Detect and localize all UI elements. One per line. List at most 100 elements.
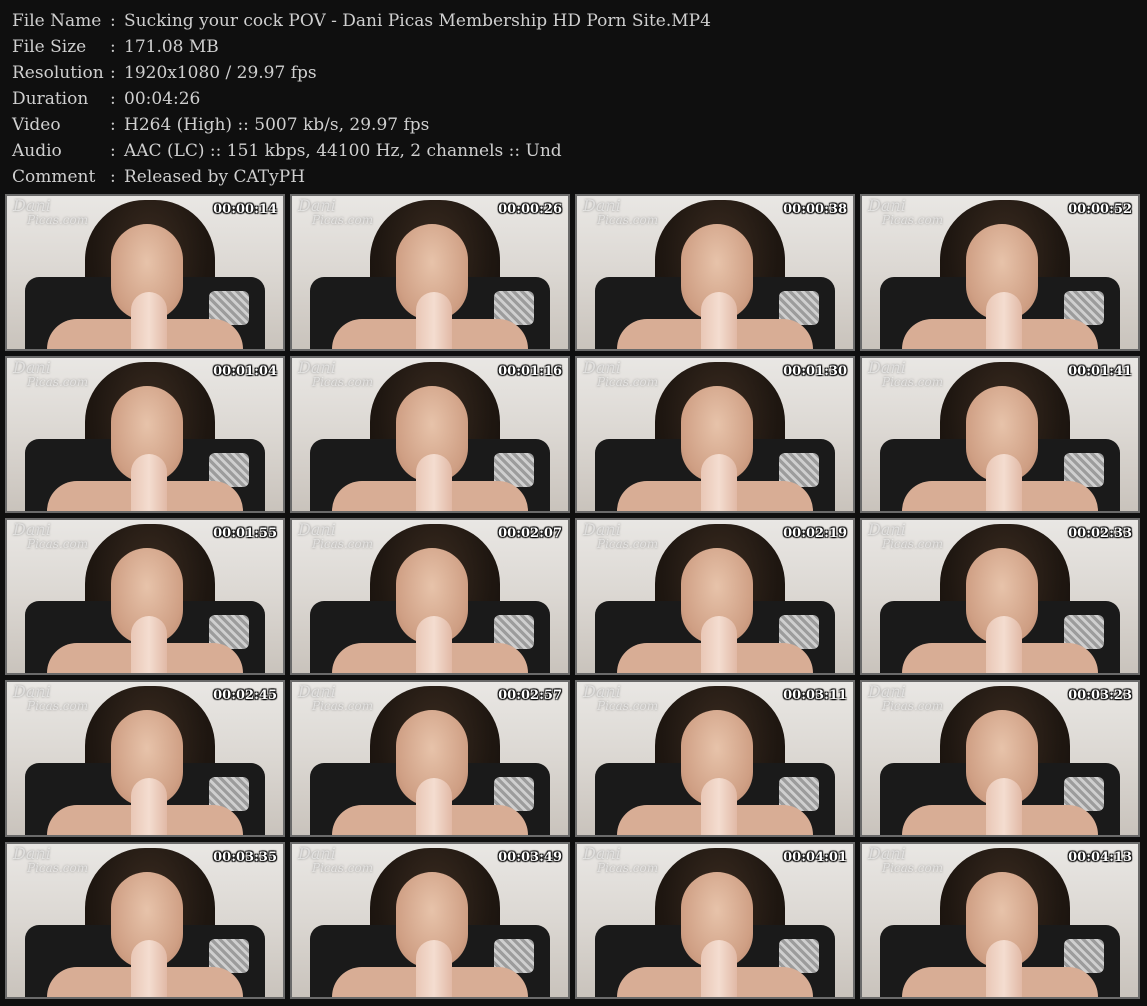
thumbnail-frame-image: [701, 292, 737, 349]
watermark-logo: Dani Picas.com: [13, 358, 89, 390]
info-row-file-size: File Size : 171.08 MB: [12, 34, 1132, 60]
thumbnail-frame-image: [131, 454, 167, 511]
media-info-panel: File Name : Sucking your cock POV - Dani…: [12, 8, 1132, 190]
watermark-logo: Dani Picas.com: [13, 682, 89, 714]
thumbnail-frame-image: [986, 778, 1022, 835]
video-thumbnail: Dani Picas.com 00:03:23: [860, 680, 1140, 837]
info-separator: :: [110, 11, 116, 31]
video-thumbnail: Dani Picas.com 00:01:04: [5, 356, 285, 513]
thumbnail-frame-image: [416, 778, 452, 835]
thumbnail-timestamp: 00:02:07: [498, 526, 562, 541]
info-separator: :: [110, 89, 116, 109]
watermark-logo: Dani Picas.com: [868, 196, 944, 228]
thumbnail-timestamp: 00:03:35: [213, 850, 277, 865]
thumbnail-timestamp: 00:02:57: [498, 688, 562, 703]
info-row-resolution: Resolution : 1920x1080 / 29.97 fps: [12, 60, 1132, 86]
thumbnail-frame-image: [416, 292, 452, 349]
info-value: 00:04:26: [124, 89, 201, 109]
thumbnail-frame-image: [701, 616, 737, 673]
info-separator: :: [110, 115, 116, 135]
thumbnail-frame-image: [986, 292, 1022, 349]
thumbnail-frame-image: [701, 940, 737, 997]
video-thumbnail: Dani Picas.com 00:02:57: [290, 680, 570, 837]
video-thumbnail: Dani Picas.com 00:01:30: [575, 356, 855, 513]
info-value: 1920x1080 / 29.97 fps: [124, 63, 317, 83]
video-thumbnail: Dani Picas.com 00:00:26: [290, 194, 570, 351]
info-row-duration: Duration : 00:04:26: [12, 86, 1132, 112]
watermark-logo: Dani Picas.com: [868, 520, 944, 552]
video-thumbnail: Dani Picas.com 00:03:49: [290, 842, 570, 999]
thumbnail-timestamp: 00:02:33: [1068, 526, 1132, 541]
info-row-file-name: File Name : Sucking your cock POV - Dani…: [12, 8, 1132, 34]
info-label: Duration: [12, 89, 89, 109]
thumbnail-frame-image: [986, 454, 1022, 511]
info-label: Video: [12, 115, 61, 135]
watermark-logo: Dani Picas.com: [298, 358, 374, 390]
video-thumbnail: Dani Picas.com 00:02:19: [575, 518, 855, 675]
watermark-logo: Dani Picas.com: [583, 682, 659, 714]
thumbnail-timestamp: 00:02:45: [213, 688, 277, 703]
thumbnail-timestamp: 00:02:19: [783, 526, 847, 541]
thumbnail-frame-image: [131, 778, 167, 835]
watermark-logo: Dani Picas.com: [298, 520, 374, 552]
watermark-logo: Dani Picas.com: [298, 682, 374, 714]
thumbnail-timestamp: 00:01:30: [783, 364, 847, 379]
info-separator: :: [110, 141, 116, 161]
watermark-logo: Dani Picas.com: [13, 520, 89, 552]
watermark-logo: Dani Picas.com: [298, 844, 374, 876]
info-value: Released by CATyPH: [124, 167, 306, 187]
thumbnail-timestamp: 00:03:11: [783, 688, 847, 703]
info-label: Resolution: [12, 63, 104, 83]
video-thumbnail: Dani Picas.com 00:02:45: [5, 680, 285, 837]
thumbnail-timestamp: 00:00:52: [1068, 202, 1132, 217]
thumbnail-timestamp: 00:03:49: [498, 850, 562, 865]
thumbnail-frame-image: [416, 454, 452, 511]
thumbnail-frame-image: [986, 940, 1022, 997]
watermark-logo: Dani Picas.com: [868, 358, 944, 390]
info-value: AAC (LC) :: 151 kbps, 44100 Hz, 2 channe…: [124, 141, 562, 161]
watermark-logo: Dani Picas.com: [583, 358, 659, 390]
video-thumbnail: Dani Picas.com 00:01:41: [860, 356, 1140, 513]
info-row-video: Video : H264 (High) :: 5007 kb/s, 29.97 …: [12, 112, 1132, 138]
video-thumbnail: Dani Picas.com 00:02:33: [860, 518, 1140, 675]
video-thumbnail: Dani Picas.com 00:04:01: [575, 842, 855, 999]
watermark-logo: Dani Picas.com: [583, 520, 659, 552]
watermark-logo: Dani Picas.com: [13, 196, 89, 228]
watermark-logo: Dani Picas.com: [868, 682, 944, 714]
video-thumbnail: Dani Picas.com 00:03:35: [5, 842, 285, 999]
info-separator: :: [110, 167, 116, 187]
video-thumbnail: Dani Picas.com 00:03:11: [575, 680, 855, 837]
video-thumbnail: Dani Picas.com 00:04:13: [860, 842, 1140, 999]
info-label: File Name: [12, 11, 102, 31]
thumbnail-grid: Dani Picas.com 00:00:14 Dani Picas.com 00:00:…: [5, 194, 1140, 999]
thumbnail-timestamp: 00:01:16: [498, 364, 562, 379]
video-thumbnail: Dani Picas.com 00:00:14: [5, 194, 285, 351]
thumbnail-timestamp: 00:00:38: [783, 202, 847, 217]
thumbnail-frame-image: [416, 940, 452, 997]
watermark-logo: Dani Picas.com: [583, 196, 659, 228]
info-separator: :: [110, 37, 116, 57]
watermark-logo: Dani Picas.com: [13, 844, 89, 876]
thumbnail-timestamp: 00:01:41: [1068, 364, 1132, 379]
video-thumbnail: Dani Picas.com 00:00:52: [860, 194, 1140, 351]
info-row-audio: Audio : AAC (LC) :: 151 kbps, 44100 Hz, …: [12, 138, 1132, 164]
video-thumbnail: Dani Picas.com 00:01:55: [5, 518, 285, 675]
info-value: Sucking your cock POV - Dani Picas Membe…: [124, 11, 711, 31]
video-thumbnail: Dani Picas.com 00:02:07: [290, 518, 570, 675]
thumbnail-frame-image: [701, 778, 737, 835]
info-value: H264 (High) :: 5007 kb/s, 29.97 fps: [124, 115, 430, 135]
watermark-logo: Dani Picas.com: [583, 844, 659, 876]
video-thumbnail: Dani Picas.com 00:00:38: [575, 194, 855, 351]
watermark-logo: Dani Picas.com: [298, 196, 374, 228]
thumbnail-frame-image: [131, 616, 167, 673]
info-label: Comment: [12, 167, 96, 187]
thumbnail-frame-image: [131, 940, 167, 997]
info-separator: :: [110, 63, 116, 83]
watermark-logo: Dani Picas.com: [868, 844, 944, 876]
info-value: 171.08 MB: [124, 37, 219, 57]
info-label: Audio: [12, 141, 62, 161]
thumbnail-timestamp: 00:01:04: [213, 364, 277, 379]
thumbnail-timestamp: 00:03:23: [1068, 688, 1132, 703]
thumbnail-frame-image: [701, 454, 737, 511]
thumbnail-frame-image: [986, 616, 1022, 673]
